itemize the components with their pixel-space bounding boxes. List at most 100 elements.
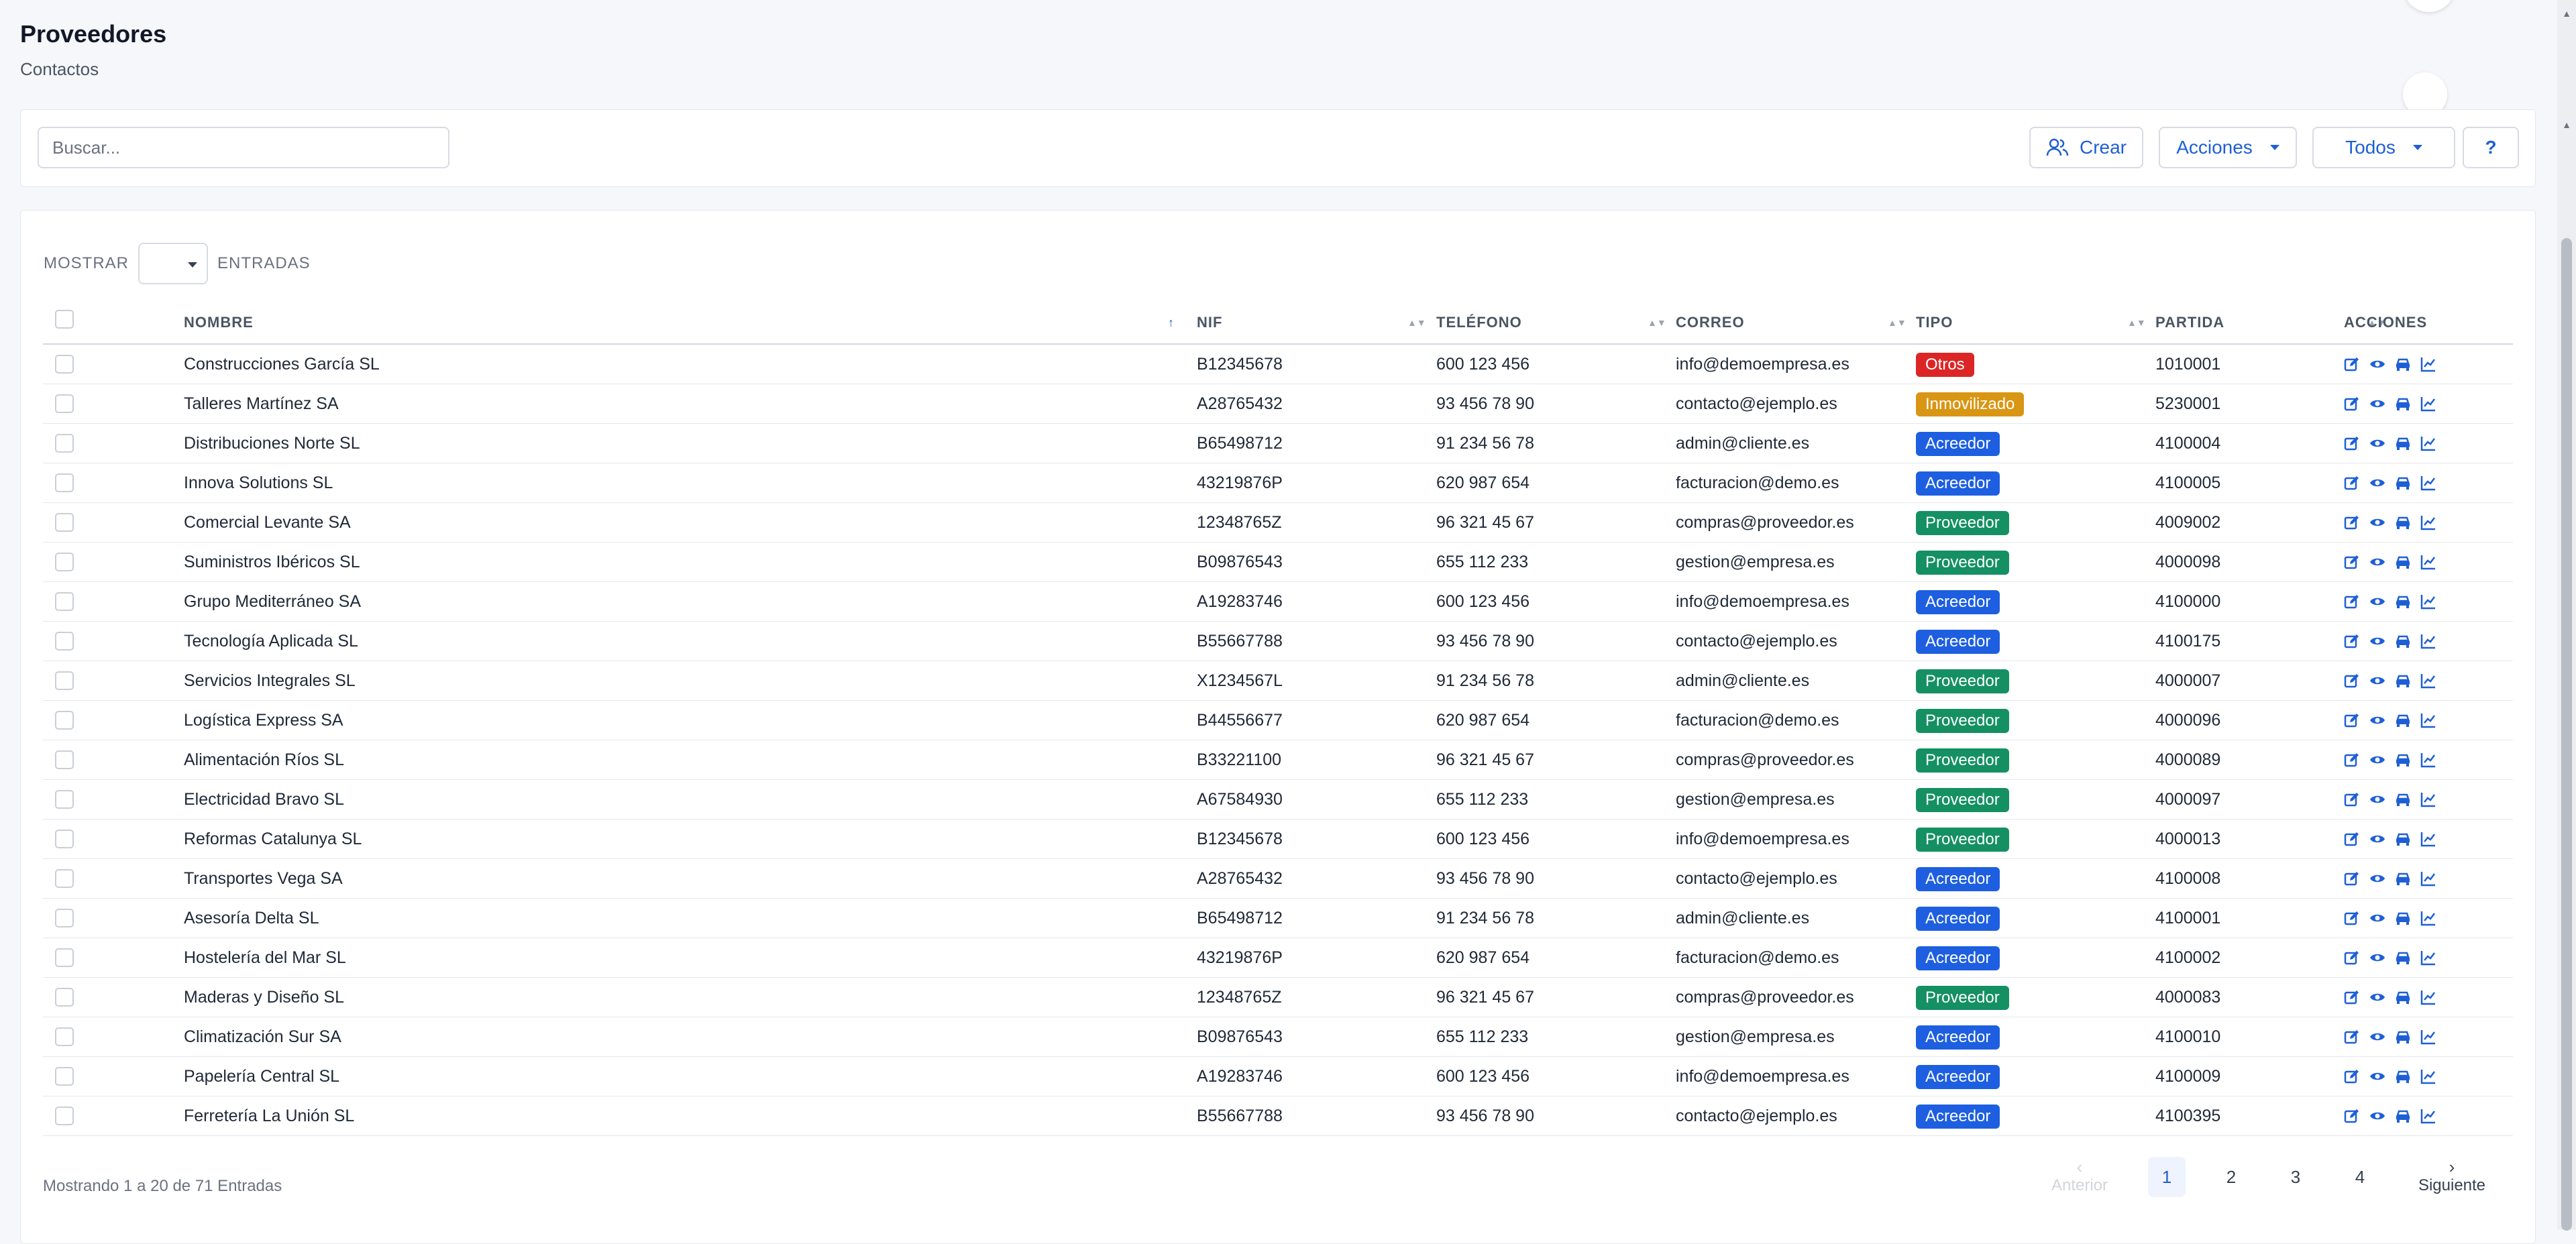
scroll-up-arrow-icon[interactable]: ▲ [2562, 119, 2571, 130]
chart-line-icon[interactable] [2420, 791, 2436, 807]
eye-icon[interactable] [2369, 910, 2385, 926]
create-button[interactable]: Crear [2029, 127, 2143, 168]
search-input[interactable] [38, 127, 449, 168]
table-row[interactable]: Alimentación Ríos SL B33221100 96 321 45 6… [43, 740, 2513, 780]
edit-icon[interactable] [2344, 593, 2360, 610]
table-row[interactable]: Logística Express SA B44556677 620 987 654… [43, 701, 2513, 740]
edit-icon[interactable] [2344, 831, 2360, 847]
eye-icon[interactable] [2369, 593, 2385, 610]
row-checkbox[interactable] [55, 632, 74, 651]
chart-line-icon[interactable] [2420, 633, 2436, 649]
car-icon[interactable] [2395, 791, 2411, 807]
scroll-up-arrow-icon[interactable]: ▲ [2562, 8, 2571, 19]
eye-icon[interactable] [2369, 752, 2385, 768]
edit-icon[interactable] [2344, 475, 2360, 491]
car-icon[interactable] [2395, 435, 2411, 451]
eye-icon[interactable] [2369, 791, 2385, 807]
car-icon[interactable] [2395, 1068, 2411, 1084]
edit-icon[interactable] [2344, 712, 2360, 728]
row-checkbox[interactable] [55, 830, 74, 848]
car-icon[interactable] [2395, 633, 2411, 649]
edit-icon[interactable] [2344, 1108, 2360, 1124]
actions-dropdown[interactable]: Acciones [2159, 127, 2297, 168]
table-row[interactable]: Papelería Central SL A19283746 600 123 456… [43, 1057, 2513, 1096]
row-checkbox[interactable] [55, 553, 74, 571]
chart-line-icon[interactable] [2420, 910, 2436, 926]
car-icon[interactable] [2395, 910, 2411, 926]
pagination-page-1[interactable]: 1 [2148, 1157, 2186, 1197]
eye-icon[interactable] [2369, 554, 2385, 570]
edit-icon[interactable] [2344, 356, 2360, 372]
floating-round-button[interactable] [2403, 0, 2455, 12]
row-checkbox[interactable] [55, 394, 74, 413]
edit-icon[interactable] [2344, 791, 2360, 807]
eye-icon[interactable] [2369, 712, 2385, 728]
edit-icon[interactable] [2344, 910, 2360, 926]
chart-line-icon[interactable] [2420, 554, 2436, 570]
table-row[interactable]: Hostelería del Mar SL 43219876P 620 987 65… [43, 938, 2513, 978]
sort-icon[interactable]: ▲▼ [1407, 302, 1426, 343]
row-checkbox[interactable] [55, 790, 74, 809]
chart-line-icon[interactable] [2420, 673, 2436, 689]
edit-icon[interactable] [2344, 752, 2360, 768]
row-checkbox[interactable] [55, 711, 74, 730]
car-icon[interactable] [2395, 1108, 2411, 1124]
car-icon[interactable] [2395, 356, 2411, 372]
car-icon[interactable] [2395, 673, 2411, 689]
eye-icon[interactable] [2369, 1029, 2385, 1045]
pagination-page-4[interactable]: 4 [2341, 1157, 2379, 1197]
filter-dropdown[interactable]: Todos [2312, 127, 2455, 168]
edit-icon[interactable] [2344, 989, 2360, 1005]
eye-icon[interactable] [2369, 356, 2385, 372]
pagination-prev[interactable]: ‹ Anterior [2043, 1157, 2116, 1197]
car-icon[interactable] [2395, 475, 2411, 491]
chart-line-icon[interactable] [2420, 356, 2436, 372]
car-icon[interactable] [2395, 712, 2411, 728]
table-row[interactable]: Construcciones García SL B12345678 600 123… [43, 345, 2513, 384]
row-checkbox[interactable] [55, 473, 74, 492]
eye-icon[interactable] [2369, 475, 2385, 491]
chart-line-icon[interactable] [2420, 1029, 2436, 1045]
edit-icon[interactable] [2344, 633, 2360, 649]
column-header-nif[interactable]: NIF [1197, 302, 1222, 343]
row-checkbox[interactable] [55, 592, 74, 611]
pagination-page-3[interactable]: 3 [2277, 1157, 2314, 1197]
edit-icon[interactable] [2344, 1029, 2360, 1045]
table-row[interactable]: Distribuciones Norte SL B65498712 91 234 5… [43, 424, 2513, 463]
table-row[interactable]: Climatización Sur SA B09876543 655 112 233… [43, 1017, 2513, 1057]
chart-line-icon[interactable] [2420, 1068, 2436, 1084]
page-scrollbar[interactable]: ▲ ▲ [2557, 0, 2576, 1231]
table-row[interactable]: Innova Solutions SL 43219876P 620 987 654 f… [43, 463, 2513, 503]
chart-line-icon[interactable] [2420, 950, 2436, 966]
scrollbar-thumb[interactable] [2561, 238, 2572, 1231]
pagination-next[interactable]: › Siguiente [2412, 1157, 2492, 1197]
chart-line-icon[interactable] [2420, 514, 2436, 530]
sort-icon[interactable]: ▲▼ [1888, 302, 1907, 343]
row-checkbox[interactable] [55, 671, 74, 690]
car-icon[interactable] [2395, 950, 2411, 966]
sort-icon[interactable]: ▲▼ [2127, 302, 2146, 343]
eye-icon[interactable] [2369, 870, 2385, 887]
row-checkbox[interactable] [55, 513, 74, 532]
sort-icon[interactable]: ▲▼ [1648, 302, 1666, 343]
edit-icon[interactable] [2344, 435, 2360, 451]
table-row[interactable]: Tecnología Aplicada SL B55667788 93 456 78… [43, 622, 2513, 661]
edit-icon[interactable] [2344, 1068, 2360, 1084]
edit-icon[interactable] [2344, 514, 2360, 530]
eye-icon[interactable] [2369, 435, 2385, 451]
eye-icon[interactable] [2369, 514, 2385, 530]
chart-line-icon[interactable] [2420, 1108, 2436, 1124]
eye-icon[interactable] [2369, 950, 2385, 966]
column-header-tipo[interactable]: TIPO [1916, 302, 1953, 343]
car-icon[interactable] [2395, 514, 2411, 530]
table-row[interactable]: Transportes Vega SA A28765432 93 456 78 90… [43, 859, 2513, 899]
table-row[interactable]: Ferretería La Unión SL B55667788 93 456 78… [43, 1096, 2513, 1136]
table-row[interactable]: Asesoría Delta SL B65498712 91 234 56 78 ad… [43, 899, 2513, 938]
row-checkbox[interactable] [55, 434, 74, 453]
table-row[interactable]: Electricidad Bravo SL A67584930 655 112 23… [43, 780, 2513, 819]
row-checkbox[interactable] [55, 1107, 74, 1125]
chart-line-icon[interactable] [2420, 396, 2436, 412]
table-row[interactable]: Servicios Integrales SL X1234567L 91 234 5… [43, 661, 2513, 701]
edit-icon[interactable] [2344, 673, 2360, 689]
table-row[interactable]: Talleres Martínez SA A28765432 93 456 78 9… [43, 384, 2513, 424]
